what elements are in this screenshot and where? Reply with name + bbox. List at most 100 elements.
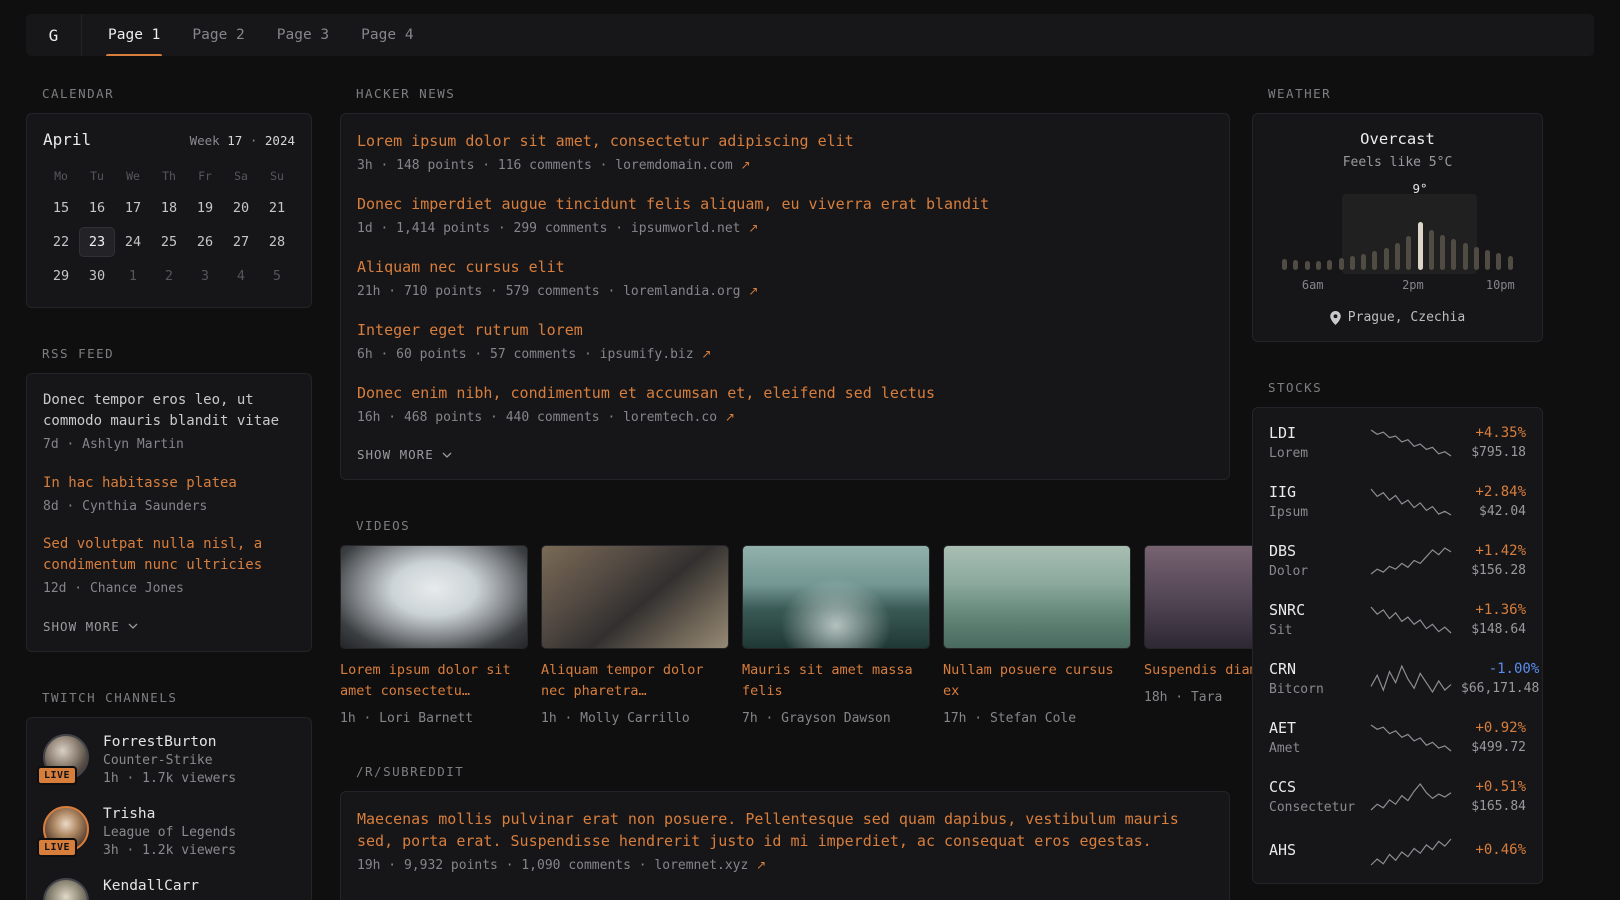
reddit-post-meta: 19h · 9,932 points · 1,090 comments · lo…: [357, 856, 1213, 876]
news-title[interactable]: Donec imperdiet augue tincidunt felis al…: [357, 193, 1213, 216]
video-title[interactable]: Mauris sit amet massa felis: [742, 660, 930, 702]
news-meta-text: 16h · 468 points · 440 comments · loremt…: [357, 410, 717, 425]
rss-item-title[interactable]: Sed volutpat nulla nisl, a condimentum n…: [43, 534, 295, 576]
stock-price: $165.84: [1461, 799, 1526, 814]
reddit-post: Maecenas mollis pulvinar erat non posuer…: [357, 808, 1213, 876]
twitch-channel-row[interactable]: KendallCarr: [43, 878, 295, 900]
tab-page-3[interactable]: Page 3: [261, 14, 345, 56]
twitch-channel-row[interactable]: LIVE ForrestBurton Counter-Strike 1h · 1…: [43, 734, 295, 786]
weather-bar: [1507, 200, 1514, 270]
stock-change: +2.84%: [1461, 484, 1526, 500]
video-title[interactable]: Aliquam tempor dolor nec pharetra…: [541, 660, 729, 702]
stock-id: IIG Ipsum: [1269, 483, 1361, 520]
video-meta: 1h · Lori Barnett: [340, 711, 528, 726]
rss-item-title[interactable]: Donec tempor eros leo, ut commodo mauris…: [43, 390, 295, 432]
external-link-icon[interactable]: ↗: [701, 347, 711, 361]
tab-page-1[interactable]: Page 1: [92, 14, 176, 56]
stock-name: Bitcorn: [1269, 682, 1361, 697]
weather-bar: [1383, 200, 1390, 270]
video-title[interactable]: Lorem ipsum dolor sit amet consectetu…: [340, 660, 528, 702]
calendar-year: 2024: [265, 133, 295, 148]
rss-show-more-button[interactable]: SHOW MORE: [43, 619, 138, 634]
calendar-day-selected: 23: [79, 227, 115, 257]
stock-row[interactable]: LDI Lorem +4.35% $795.18: [1269, 424, 1526, 461]
rss-item-meta: 7d · Ashlyn Martin: [43, 435, 295, 455]
stock-row[interactable]: IIG Ipsum +2.84% $42.04: [1269, 483, 1526, 520]
external-link-icon[interactable]: ↗: [725, 410, 735, 424]
weather-bar: [1360, 200, 1367, 270]
video-thumbnail[interactable]: [340, 545, 528, 649]
stock-symbol: CCS: [1269, 778, 1361, 796]
stock-id: SNRC Sit: [1269, 601, 1361, 638]
location-pin-icon: [1330, 311, 1341, 325]
stock-values: -1.00% $66,171.48: [1461, 661, 1539, 696]
channel-info: KendallCarr: [103, 878, 199, 894]
calendar-day: 16: [79, 193, 115, 223]
stock-values: +0.51% $165.84: [1461, 779, 1526, 814]
stock-values: +2.84% $42.04: [1461, 484, 1526, 519]
news-title[interactable]: Donec enim nibh, condimentum et accumsan…: [357, 382, 1213, 405]
stock-row[interactable]: SNRC Sit +1.36% $148.64: [1269, 601, 1526, 638]
weather-bar: [1439, 200, 1446, 270]
stock-symbol: DBS: [1269, 542, 1361, 560]
stock-sparkline: [1369, 428, 1453, 458]
news-title[interactable]: Aliquam nec cursus elit: [357, 256, 1213, 279]
calendar-grid: Mo Tu We Th Fr Sa Su 15 16 17 18 19 20 2…: [43, 165, 295, 291]
widget-header-rss: RSS FEED: [42, 346, 312, 361]
week-separator: ·: [250, 133, 258, 148]
stock-row[interactable]: AHS +0.46%: [1269, 837, 1526, 867]
rss-item-title[interactable]: In hac habitasse platea: [43, 473, 295, 494]
stock-row[interactable]: CRN Bitcorn -1.00% $66,171.48: [1269, 660, 1526, 697]
video-thumbnail[interactable]: [943, 545, 1131, 649]
hacker-news-card: Lorem ipsum dolor sit amet, consectetur …: [340, 113, 1230, 480]
weather-bar: [1394, 200, 1401, 270]
video-card[interactable]: Mauris sit amet massa felis 7h · Grayson…: [742, 545, 930, 726]
avatar[interactable]: [43, 878, 89, 900]
channel-name[interactable]: ForrestBurton: [103, 734, 236, 750]
news-title[interactable]: Integer eget rutrum lorem: [357, 319, 1213, 342]
tab-page-2[interactable]: Page 2: [176, 14, 260, 56]
news-title[interactable]: Lorem ipsum dolor sit amet, consectetur …: [357, 130, 1213, 153]
external-link-icon[interactable]: ↗: [748, 221, 758, 235]
week-number: 17: [227, 133, 242, 148]
stock-symbol: AHS: [1269, 841, 1361, 859]
middle-column: HACKER NEWS Lorem ipsum dolor sit amet, …: [340, 56, 1230, 900]
subreddit-card: Maecenas mollis pulvinar erat non posuer…: [340, 791, 1230, 900]
calendar-widget: CALENDAR April Week 17 · 2024 Mo Tu: [26, 86, 312, 308]
widget-header-stocks: STOCKS: [1268, 380, 1543, 395]
calendar-day: 26: [187, 227, 223, 257]
video-card[interactable]: Aliquam tempor dolor nec pharetra… 1h · …: [541, 545, 729, 726]
weather-temp-label: 9°: [1412, 181, 1427, 196]
external-link-icon[interactable]: ↗: [756, 858, 766, 872]
time-label: 6am: [1302, 278, 1324, 292]
calendar-month: April: [43, 130, 91, 149]
external-link-icon[interactable]: ↗: [748, 284, 758, 298]
weather-bar: [1315, 200, 1322, 270]
video-card[interactable]: Lorem ipsum dolor sit amet consectetu… 1…: [340, 545, 528, 726]
stock-sparkline: [1369, 546, 1453, 576]
reddit-post-title[interactable]: Maecenas mollis pulvinar erat non posuer…: [357, 808, 1213, 853]
channel-name[interactable]: Trisha: [103, 806, 236, 822]
stock-price: $499.72: [1461, 740, 1526, 755]
calendar-day-next-month: 5: [259, 261, 295, 291]
twitch-channel-row[interactable]: LIVE Trisha League of Legends 3h · 1.2k …: [43, 806, 295, 858]
video-thumbnail[interactable]: [742, 545, 930, 649]
page-tabs: Page 1 Page 2 Page 3 Page 4: [82, 14, 440, 56]
video-thumbnail[interactable]: [541, 545, 729, 649]
external-link-icon[interactable]: ↗: [741, 158, 751, 172]
stock-row[interactable]: DBS Dolor +1.42% $156.28: [1269, 542, 1526, 579]
news-show-more-button[interactable]: SHOW MORE: [357, 447, 452, 462]
video-card[interactable]: Nullam posuere cursus ex 17h · Stefan Co…: [943, 545, 1131, 726]
stock-symbol: SNRC: [1269, 601, 1361, 619]
tab-page-4[interactable]: Page 4: [345, 14, 429, 56]
stock-price: $148.64: [1461, 622, 1526, 637]
calendar-card: April Week 17 · 2024 Mo Tu We Th Fr: [26, 113, 312, 308]
news-meta-text: 6h · 60 points · 57 comments · ipsumify.…: [357, 347, 694, 362]
stock-row[interactable]: AET Amet +0.92% $499.72: [1269, 719, 1526, 756]
stock-row[interactable]: CCS Consectetur +0.51% $165.84: [1269, 778, 1526, 815]
app-logo[interactable]: G: [26, 14, 82, 56]
stock-sparkline: [1369, 837, 1453, 867]
channel-name[interactable]: KendallCarr: [103, 878, 199, 894]
calendar-day: 28: [259, 227, 295, 257]
video-title[interactable]: Nullam posuere cursus ex: [943, 660, 1131, 702]
